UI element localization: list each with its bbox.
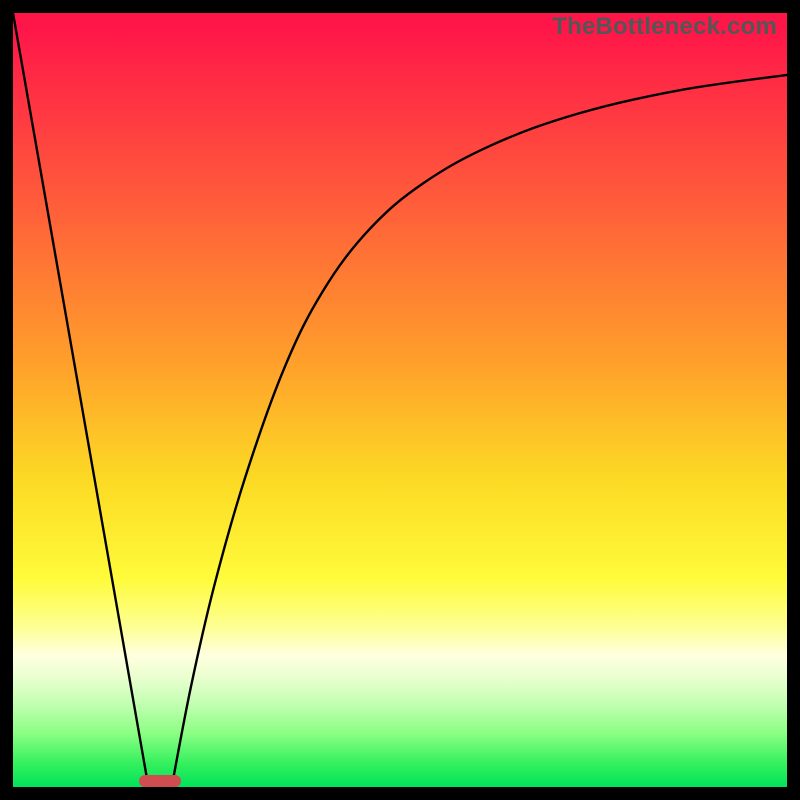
- right-curve-series: [172, 75, 787, 787]
- chart-lines: [13, 13, 787, 787]
- left-line-series: [13, 13, 148, 787]
- plot-area: TheBottleneck.com: [13, 13, 787, 787]
- watermark-text: TheBottleneck.com: [552, 13, 777, 41]
- minimum-marker: [139, 775, 181, 787]
